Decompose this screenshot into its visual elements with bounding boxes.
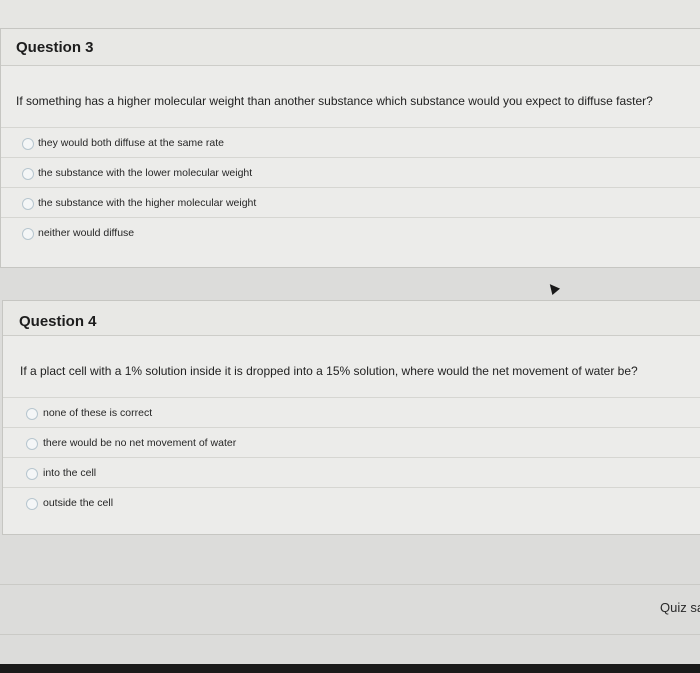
screen-bezel	[0, 664, 700, 673]
top-strip	[0, 0, 700, 29]
radio-button[interactable]	[22, 228, 34, 240]
divider	[0, 584, 700, 585]
radio-button[interactable]	[22, 138, 34, 150]
question-4-header: Question 4	[3, 301, 700, 336]
mouse-cursor-icon	[545, 280, 561, 296]
answer-label: the substance with the lower molecular w…	[38, 167, 253, 179]
answer-option[interactable]: neither would diffuse	[1, 217, 700, 247]
divider	[0, 634, 700, 635]
radio-button[interactable]	[26, 438, 38, 450]
answer-label: the substance with the higher molecular …	[38, 197, 257, 209]
question-4-answers: none of these is correct there would be …	[3, 397, 700, 517]
question-3-prompt: If something has a higher molecular weig…	[16, 94, 653, 108]
answer-option[interactable]: they would both diffuse at the same rate	[1, 127, 700, 157]
radio-button[interactable]	[26, 408, 38, 420]
answer-label: into the cell	[43, 467, 97, 479]
quiz-save-text: Quiz sa	[660, 600, 700, 615]
answer-label: they would both diffuse at the same rate	[38, 137, 225, 149]
question-3-card: Question 3 If something has a higher mol…	[0, 28, 700, 268]
answer-label: none of these is correct	[43, 407, 153, 419]
answer-option[interactable]: outside the cell	[3, 487, 700, 517]
question-4-prompt: If a plact cell with a 1% solution insid…	[20, 364, 638, 378]
radio-button[interactable]	[26, 498, 38, 510]
answer-label: outside the cell	[43, 497, 114, 509]
question-3-header: Question 3	[1, 29, 700, 66]
answer-option[interactable]: into the cell	[3, 457, 700, 487]
question-4-title: Question 4	[19, 313, 97, 330]
question-3-title: Question 3	[16, 39, 94, 56]
radio-button[interactable]	[22, 168, 34, 180]
answer-option[interactable]: the substance with the higher molecular …	[1, 187, 700, 217]
radio-button[interactable]	[22, 198, 34, 210]
question-3-answers: they would both diffuse at the same rate…	[1, 127, 700, 247]
answer-label: there would be no net movement of water	[43, 437, 237, 449]
answer-option[interactable]: there would be no net movement of water	[3, 427, 700, 457]
radio-button[interactable]	[26, 468, 38, 480]
answer-option[interactable]: none of these is correct	[3, 397, 700, 427]
question-4-card: Question 4 If a plact cell with a 1% sol…	[2, 300, 700, 535]
answer-option[interactable]: the substance with the lower molecular w…	[1, 157, 700, 187]
answer-label: neither would diffuse	[38, 227, 135, 239]
